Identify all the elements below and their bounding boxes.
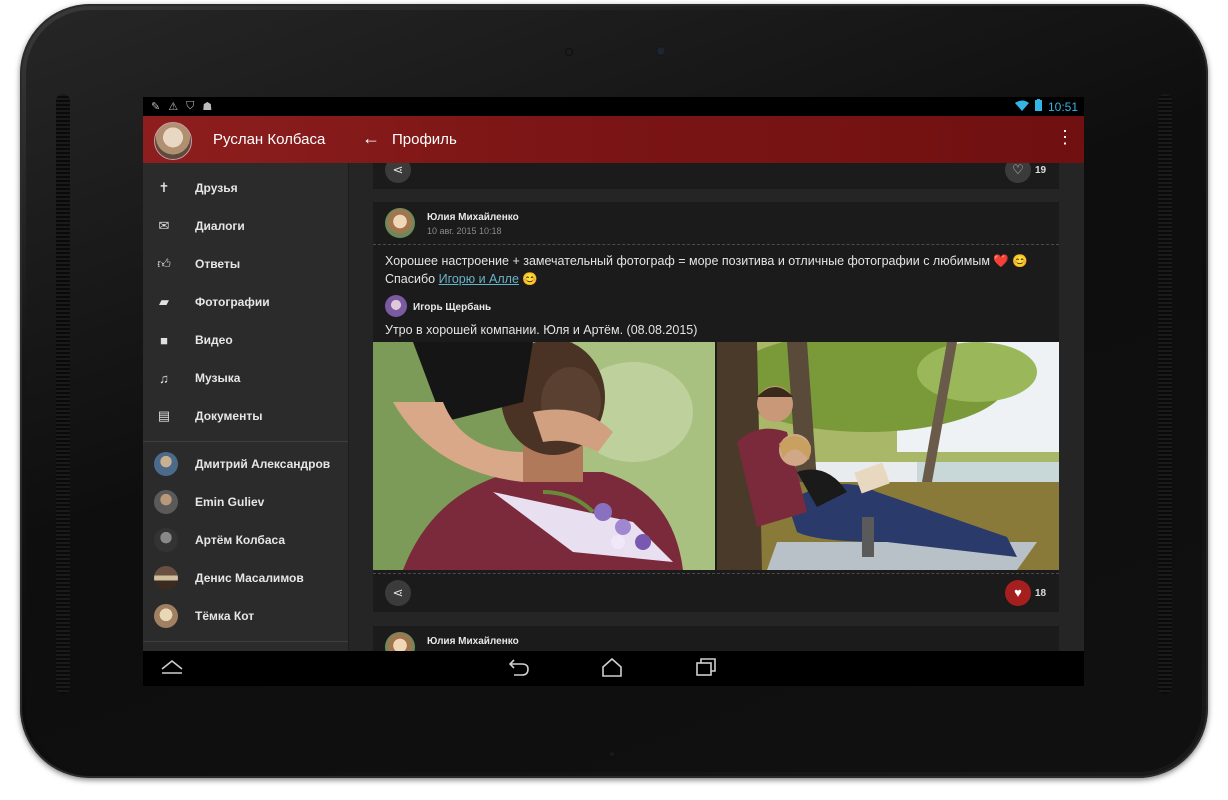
photos-icon: ▰ <box>159 294 169 309</box>
profile-feed: ⋖ ♡ 19 Юлия Михайленко 10 авг. 2015 10:1… <box>349 163 1084 651</box>
divider <box>143 441 348 442</box>
post-text-prefix: Спасибо <box>385 272 439 286</box>
post-author[interactable]: Юлия Михайленко <box>427 636 519 647</box>
sidebar-item-music[interactable]: ♫ Музыка <box>143 359 348 397</box>
repost-author[interactable]: Игорь Щербань <box>413 302 491 313</box>
avatar[interactable] <box>154 122 192 160</box>
friend-name: Emin Guliev <box>195 495 265 509</box>
sidebar-item-documents[interactable]: ▤ Документы <box>143 397 348 435</box>
screen: ✎ ⚠ ⛉ ☗ 10:51 Руслан Колбаса ← Профиль ⋮… <box>143 97 1084 686</box>
document-icon: ▤ <box>157 408 171 423</box>
like-count: 19 <box>1035 165 1047 176</box>
avatar[interactable] <box>385 632 415 651</box>
sidebar-item-label: Видео <box>195 333 233 347</box>
friend-item[interactable]: Денис Масалимов <box>143 559 348 597</box>
post-text: Хорошее настроение + замечательный фотог… <box>385 254 1028 268</box>
warning-icon: ⚠ <box>168 101 179 113</box>
photo-couple-tree[interactable] <box>717 342 1059 570</box>
sidebar-item-dialogs[interactable]: ✉ Диалоги <box>143 207 348 245</box>
sidebar-item-label: Диалоги <box>195 219 245 233</box>
recent-apps-icon[interactable] <box>695 657 717 683</box>
share-icon[interactable]: ⋖ <box>385 580 411 606</box>
friend-item[interactable]: Тёмка Кот <box>143 597 348 635</box>
sidebar-item-label: Друзья <box>195 181 238 195</box>
like-count: 18 <box>1035 588 1047 599</box>
sidebar-item-replies[interactable]: 👍︎ Ответы <box>143 245 348 283</box>
video-icon: ■ <box>160 332 168 348</box>
post-date: 10 авг. 2015 10:18 <box>427 226 502 236</box>
post-card-previous: ⋖ ♡ 19 <box>373 163 1059 189</box>
photo-grid <box>373 342 1059 570</box>
mention-link[interactable]: Игорю и Алле <box>439 272 519 286</box>
app-bar: Руслан Колбаса ← Профиль ⋮ <box>143 116 1084 163</box>
battery-icon <box>1034 99 1042 114</box>
notification-edit-icon: ✎ <box>151 101 161 113</box>
friend-name: Дмитрий Александров <box>195 457 331 471</box>
mail-icon: ✉ <box>158 218 170 233</box>
home-sensor <box>609 751 615 757</box>
divider <box>373 573 1059 574</box>
share-icon[interactable]: ⋖ <box>385 163 411 183</box>
avatar <box>154 528 178 552</box>
shield-icon: ⛉ <box>186 100 195 112</box>
right-speaker-grille <box>1158 94 1172 694</box>
camera-lens <box>656 46 666 56</box>
divider <box>143 641 348 642</box>
sidebar-item-label: Фотографии <box>195 295 270 309</box>
avatar[interactable] <box>385 295 407 317</box>
sidebar-item-photos[interactable]: ▰ Фотографии <box>143 283 348 321</box>
sidebar-item-label: Музыка <box>195 371 241 385</box>
post-card-next: Юлия Михайленко <box>373 626 1059 651</box>
page-title: Профиль <box>392 131 457 148</box>
nav-drawer: ✝ Друзья ✉ Диалоги 👍︎ Ответы ▰ Фотографи… <box>143 163 349 651</box>
left-speaker-grille <box>56 94 70 694</box>
heart-icon[interactable]: ♡ <box>1005 163 1031 183</box>
system-nav-bar <box>143 651 1084 686</box>
photo-couple-embrace[interactable] <box>373 342 715 570</box>
friend-item[interactable]: Emin Guliev <box>143 483 348 521</box>
heart-icon[interactable]: ♥ <box>1005 580 1031 606</box>
sidebar-item-video[interactable]: ■ Видео <box>143 321 348 359</box>
status-bar: ✎ ⚠ ⛉ ☗ 10:51 <box>143 97 1084 116</box>
wifi-icon <box>1014 100 1029 114</box>
repost-text: Утро в хорошей компании. Юля и Артём. (0… <box>385 323 698 337</box>
avatar <box>154 566 178 590</box>
home-icon[interactable] <box>601 657 623 683</box>
friend-item[interactable]: Артём Колбаса <box>143 521 348 559</box>
post-card: Юлия Михайленко 10 авг. 2015 10:18 Хорош… <box>373 202 1059 612</box>
avatar <box>154 490 178 514</box>
sidebar-item-label: Документы <box>195 409 263 423</box>
overflow-menu-icon[interactable]: ⋮ <box>1056 128 1074 146</box>
friend-name: Денис Масалимов <box>195 571 304 585</box>
person-icon: ✝ <box>158 180 170 195</box>
avatar <box>154 604 178 628</box>
chevron-up-icon[interactable] <box>161 657 183 680</box>
headphones-icon: ♫ <box>159 370 169 386</box>
drawer-user-name[interactable]: Руслан Колбаса <box>213 131 325 148</box>
post-text-line2: Спасибо Игорю и Алле 😊 <box>385 272 538 287</box>
sidebar-item-friends[interactable]: ✝ Друзья <box>143 169 348 207</box>
back-arrow-icon[interactable]: ← <box>362 128 380 149</box>
android-icon: ☗ <box>202 101 213 113</box>
friend-item[interactable]: Дмитрий Александров <box>143 445 348 483</box>
friend-name: Тёмка Кот <box>195 609 255 623</box>
post-text-suffix: 😊 <box>518 272 538 286</box>
front-camera <box>565 48 573 56</box>
divider <box>373 244 1059 245</box>
status-time: 10:51 <box>1047 99 1078 114</box>
sidebar-item-label: Ответы <box>195 257 241 271</box>
avatar <box>154 452 178 476</box>
thumb-up-icon: 👍︎ <box>157 256 171 271</box>
post-author[interactable]: Юлия Михайленко <box>427 212 519 223</box>
back-icon[interactable] <box>508 657 530 683</box>
avatar[interactable] <box>385 208 415 238</box>
friend-name: Артём Колбаса <box>195 533 285 547</box>
